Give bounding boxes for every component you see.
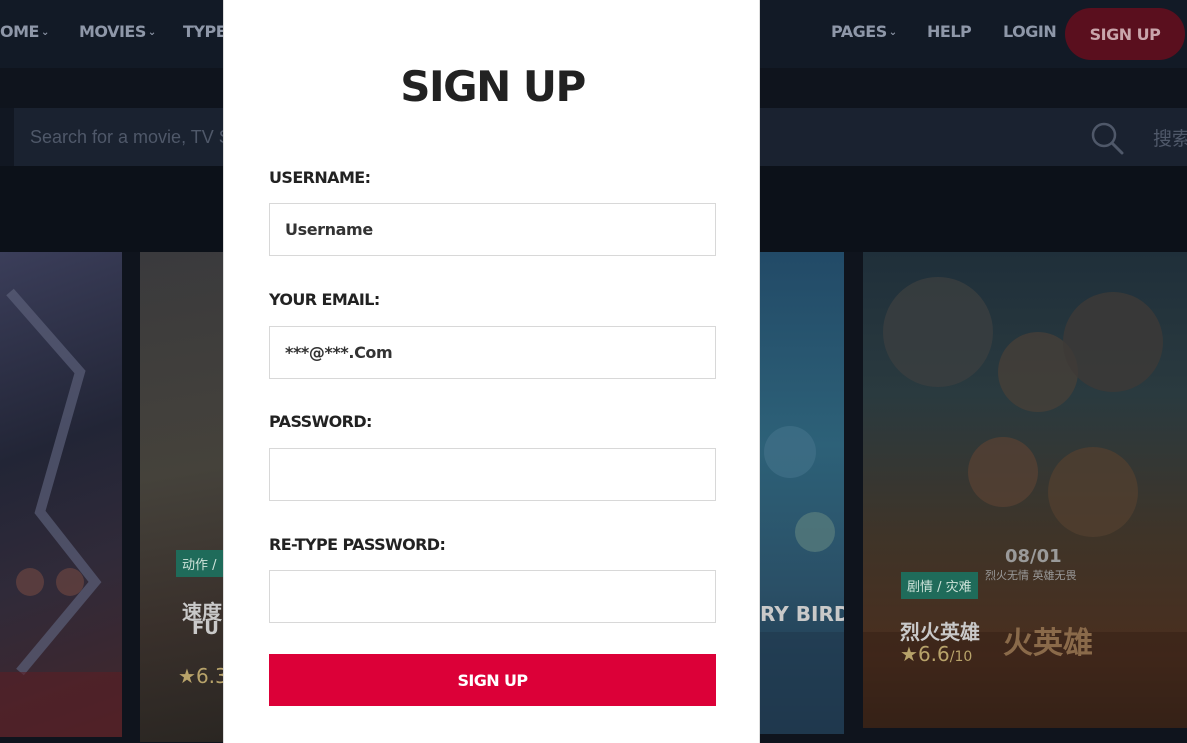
nav-login[interactable]: LOGIN xyxy=(1003,22,1057,41)
poster-title-en: FU xyxy=(192,618,219,639)
search-bar-edge xyxy=(0,108,14,166)
password-input[interactable] xyxy=(269,448,716,501)
nav-type-label: TYPE xyxy=(183,22,227,41)
retype-password-label: RE-TYPE PASSWORD: xyxy=(269,535,446,554)
signup-submit-button[interactable]: SIGN UP xyxy=(269,654,716,706)
signup-modal: SIGN UP USERNAME: YOUR EMAIL: PASSWORD: … xyxy=(223,0,760,743)
search-icon[interactable] xyxy=(1090,121,1124,155)
poster-rating: ★6.3 xyxy=(178,664,228,688)
movie-poster[interactable]: 动作 / 速度 FU ★6.3 xyxy=(140,252,230,742)
poster-slogan: 烈火无情 英雄无畏 xyxy=(985,569,1077,582)
nav-movies-label: MOVIES xyxy=(79,22,146,41)
search-input[interactable]: Search for a movie, TV S xyxy=(30,108,231,166)
movie-poster[interactable]: 08/01 烈火无情 英雄无畏 剧情 / 灾难 烈火英雄 火英雄 ★6.6/10 xyxy=(863,252,1187,728)
chevron-down-icon: ⌄ xyxy=(888,27,897,38)
star-icon: ★ xyxy=(900,642,918,666)
poster-genre-tag: 剧情 / 灾难 xyxy=(901,572,978,599)
movie-poster[interactable] xyxy=(0,252,122,737)
poster-genre-tag: 动作 / xyxy=(176,550,223,577)
poster-rating-value: 6.6 xyxy=(917,642,950,666)
nav-help[interactable]: HELP xyxy=(927,22,972,41)
poster-title: 烈火英雄 xyxy=(900,620,980,644)
nav-type[interactable]: TYPE xyxy=(183,22,227,41)
poster-artwork xyxy=(0,288,122,737)
poster-rating: ★6.6/10 xyxy=(900,642,972,666)
chevron-down-icon: ⌄ xyxy=(147,27,156,38)
modal-title: SIGN UP xyxy=(400,62,586,111)
poster-art-title: 火英雄 xyxy=(1003,626,1093,661)
retype-password-input[interactable] xyxy=(269,570,716,623)
username-input[interactable] xyxy=(269,203,716,256)
poster-artwork xyxy=(760,426,844,734)
nav-signup-button[interactable]: SIGN UP xyxy=(1065,8,1185,60)
search-button[interactable]: 搜索 xyxy=(1153,124,1187,151)
poster-release-date: 08/01 xyxy=(1005,546,1062,567)
email-label: YOUR EMAIL: xyxy=(269,290,380,309)
email-input[interactable] xyxy=(269,326,716,379)
nav-movies[interactable]: MOVIES ⌄ xyxy=(79,22,156,41)
nav-pages[interactable]: PAGES ⌄ xyxy=(831,22,897,41)
chevron-down-icon: ⌄ xyxy=(40,27,49,38)
nav-pages-label: PAGES xyxy=(831,22,887,41)
nav-home[interactable]: OME ⌄ xyxy=(0,22,49,41)
poster-title: RY BIRDS xyxy=(760,602,844,626)
poster-rating-max: /10 xyxy=(949,649,973,665)
username-label: USERNAME: xyxy=(269,168,371,187)
nav-home-label: OME xyxy=(0,22,39,41)
password-label: PASSWORD: xyxy=(269,412,372,431)
movie-poster[interactable]: RY BIRDS xyxy=(760,252,844,734)
star-icon: ★ xyxy=(178,664,196,688)
